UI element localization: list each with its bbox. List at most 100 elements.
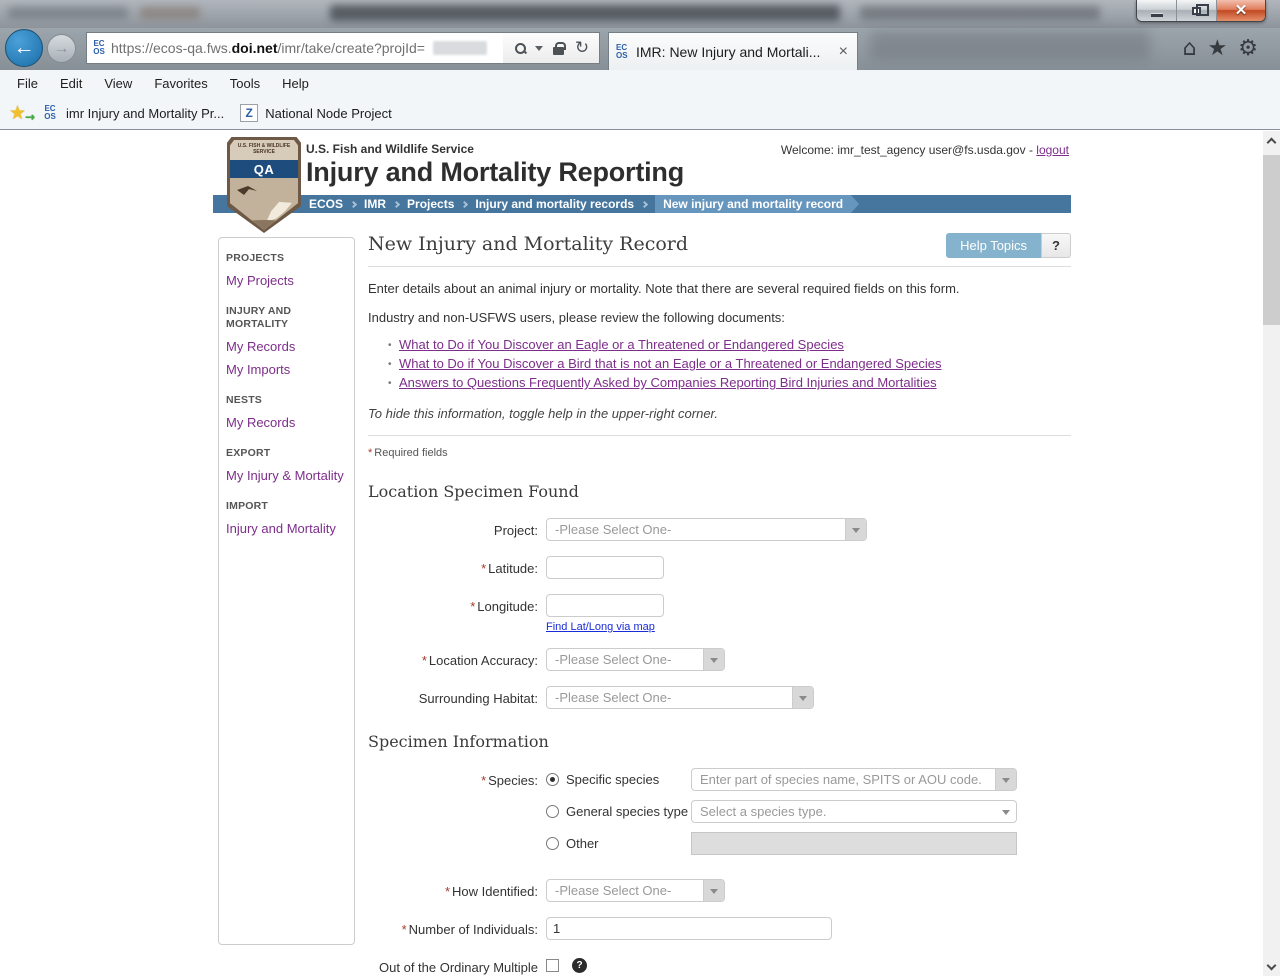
breadcrumb: ECOS IMR Projects Injury and mortality r… <box>213 195 1071 213</box>
logo-caption: U.S. FISH & WILDLIFE SERVICE <box>237 143 291 155</box>
refresh-icon: ↻ <box>574 37 590 58</box>
menu-view[interactable]: View <box>93 71 143 96</box>
breadcrumb-projects[interactable]: Projects <box>407 197 454 211</box>
chevron-right-icon <box>349 200 358 208</box>
form-row-project: Project: -Please Select One- <box>368 518 1071 541</box>
longitude-input[interactable] <box>546 594 664 617</box>
home-icon[interactable]: ⌂ <box>1183 36 1197 62</box>
general-species-radio[interactable] <box>546 805 559 818</box>
favorites-star-icon[interactable]: ★ <box>1208 36 1228 62</box>
page-viewport: U.S. FISH & WILDLIFE SERVICE QA U.S. Fis… <box>0 131 1280 976</box>
forward-button[interactable]: → <box>47 34 76 63</box>
breadcrumb-ecos[interactable]: ECOS <box>309 197 343 211</box>
address-bar[interactable]: EC OS https://ecos-qa.fws.doi.net/imr/ta… <box>86 32 600 64</box>
multi-bird-checkbox[interactable] <box>546 959 559 972</box>
favorite-label: imr Injury and Mortality Pr... <box>66 105 225 121</box>
restore-button[interactable] <box>1177 0 1217 21</box>
logout-link[interactable]: logout <box>1036 143 1069 157</box>
specific-species-label[interactable]: Specific species <box>566 772 691 787</box>
chevron-down-icon[interactable] <box>995 801 1016 822</box>
settings-gear-icon[interactable]: ⚙ <box>1238 36 1258 62</box>
help-question-icon[interactable]: ? <box>572 958 587 973</box>
chevron-down-icon[interactable] <box>703 649 724 670</box>
navigation-bar: ← → EC OS https://ecos-qa.fws.doi.net/im… <box>0 28 1280 70</box>
number-individuals-input[interactable] <box>546 917 832 940</box>
sidebar-item-my-projects[interactable]: My Projects <box>226 273 350 288</box>
menu-help[interactable]: Help <box>271 71 320 96</box>
location-accuracy-select[interactable]: -Please Select One- <box>546 648 725 671</box>
list-item: What to Do if You Discover an Eagle or a… <box>388 337 1071 354</box>
minimize-button[interactable] <box>1137 0 1177 21</box>
scroll-down-button[interactable] <box>1263 958 1280 976</box>
sidebar-item-my-imports[interactable]: My Imports <box>226 362 350 377</box>
project-select[interactable]: -Please Select One- <box>546 518 867 541</box>
favorite-national-node-link[interactable]: Z National Node Project <box>240 104 392 122</box>
site-content: U.S. FISH & WILDLIFE SERVICE QA U.S. Fis… <box>213 131 1071 976</box>
menu-file[interactable]: File <box>6 71 49 96</box>
favorites-bar: ★ → EC OS imr Injury and Mortality Pr...… <box>0 97 1280 130</box>
chevron-right-icon <box>392 200 401 208</box>
search-button[interactable] <box>508 33 532 63</box>
menu-tools[interactable]: Tools <box>219 71 271 96</box>
how-identified-label: * How Identified: <box>444 884 538 899</box>
help-topics-button[interactable]: Help Topics <box>946 233 1042 258</box>
chevron-down-icon[interactable] <box>792 687 813 708</box>
vertical-scrollbar[interactable] <box>1263 131 1280 976</box>
scroll-up-button[interactable] <box>1263 131 1280 149</box>
find-latlong-map-link[interactable]: Find Lat/Long via map <box>546 621 655 633</box>
general-species-label[interactable]: General species type <box>566 804 691 819</box>
refresh-button[interactable]: ↻ <box>570 33 594 63</box>
doc-link-eagle[interactable]: What to Do if You Discover an Eagle or a… <box>399 337 844 352</box>
scrollbar-thumb[interactable] <box>1263 155 1280 325</box>
browser-action-icons: ⌂ ★ ⚙ <box>1183 36 1258 62</box>
sidebar-item-nests-my-records[interactable]: My Records <box>226 415 350 430</box>
favorite-imr-link[interactable]: EC OS imr Injury and Mortality Pr... <box>41 105 224 121</box>
breadcrumb-records[interactable]: Injury and mortality records <box>475 197 634 211</box>
form-row-latitude: * Latitude: <box>368 556 1071 579</box>
other-species-radio[interactable] <box>546 837 559 850</box>
sidebar-item-my-records[interactable]: My Records <box>226 339 350 354</box>
longitude-label: * Longitude: <box>470 599 538 614</box>
background-window-blur <box>870 30 1150 60</box>
add-favorite-button[interactable]: ★ → <box>9 102 35 124</box>
menu-bar: File Edit View Favorites Tools Help <box>0 70 1280 97</box>
other-species-input-disabled <box>691 832 1017 855</box>
chevron-down-icon[interactable] <box>995 769 1016 790</box>
forward-arrow-icon: → <box>53 39 70 57</box>
chevron-down-icon[interactable] <box>845 519 866 540</box>
specific-species-combobox[interactable]: Enter part of species name, SPITS or AOU… <box>691 768 1017 791</box>
help-buttons: Help Topics ? <box>946 233 1071 258</box>
species-option-other: Other <box>546 832 1017 855</box>
other-species-label[interactable]: Other <box>566 836 691 851</box>
chevron-down-icon[interactable] <box>703 880 724 901</box>
sidebar-header-export: EXPORT <box>226 447 271 459</box>
back-button[interactable]: ← <box>5 29 43 67</box>
close-button[interactable]: ✕ <box>1217 0 1265 21</box>
general-species-select[interactable]: Select a species type. <box>691 800 1017 823</box>
sidebar-item-import-injury-mortality[interactable]: Injury and Mortality <box>226 521 350 536</box>
security-lock-button[interactable] <box>546 33 570 63</box>
search-dropdown-button[interactable] <box>532 33 546 63</box>
menu-edit[interactable]: Edit <box>49 71 93 96</box>
duck-icon <box>237 186 257 195</box>
section-specimen: Specimen Information <box>368 732 549 751</box>
sidebar-item-export-injury-mortality[interactable]: My Injury & Mortality <box>226 468 350 483</box>
tab-close-button[interactable]: × <box>833 43 850 60</box>
number-individuals-label: * Number of Individuals: <box>401 922 538 937</box>
doc-link-bird[interactable]: What to Do if You Discover a Bird that i… <box>399 356 941 371</box>
latitude-input[interactable] <box>546 556 664 579</box>
species-option-general: General species type Select a species ty… <box>546 800 1017 823</box>
doc-link-faq[interactable]: Answers to Questions Frequently Asked by… <box>399 375 937 390</box>
form-row-number-individuals: * Number of Individuals: <box>368 917 1071 940</box>
browser-tab[interactable]: EC OS IMR: New Injury and Mortali... × <box>608 32 858 70</box>
how-identified-select[interactable]: -Please Select One- <box>546 879 725 902</box>
location-accuracy-label: * Location Accuracy: <box>421 653 538 668</box>
breadcrumb-imr[interactable]: IMR <box>364 197 386 211</box>
menu-favorites[interactable]: Favorites <box>143 71 218 96</box>
chevron-up-icon <box>1266 137 1277 147</box>
species-label: * Species: <box>481 773 538 788</box>
background-window-title-blur <box>330 5 840 21</box>
specific-species-radio[interactable] <box>546 773 559 786</box>
help-toggle-button[interactable]: ? <box>1041 233 1071 258</box>
surrounding-habitat-select[interactable]: -Please Select One- <box>546 686 814 709</box>
